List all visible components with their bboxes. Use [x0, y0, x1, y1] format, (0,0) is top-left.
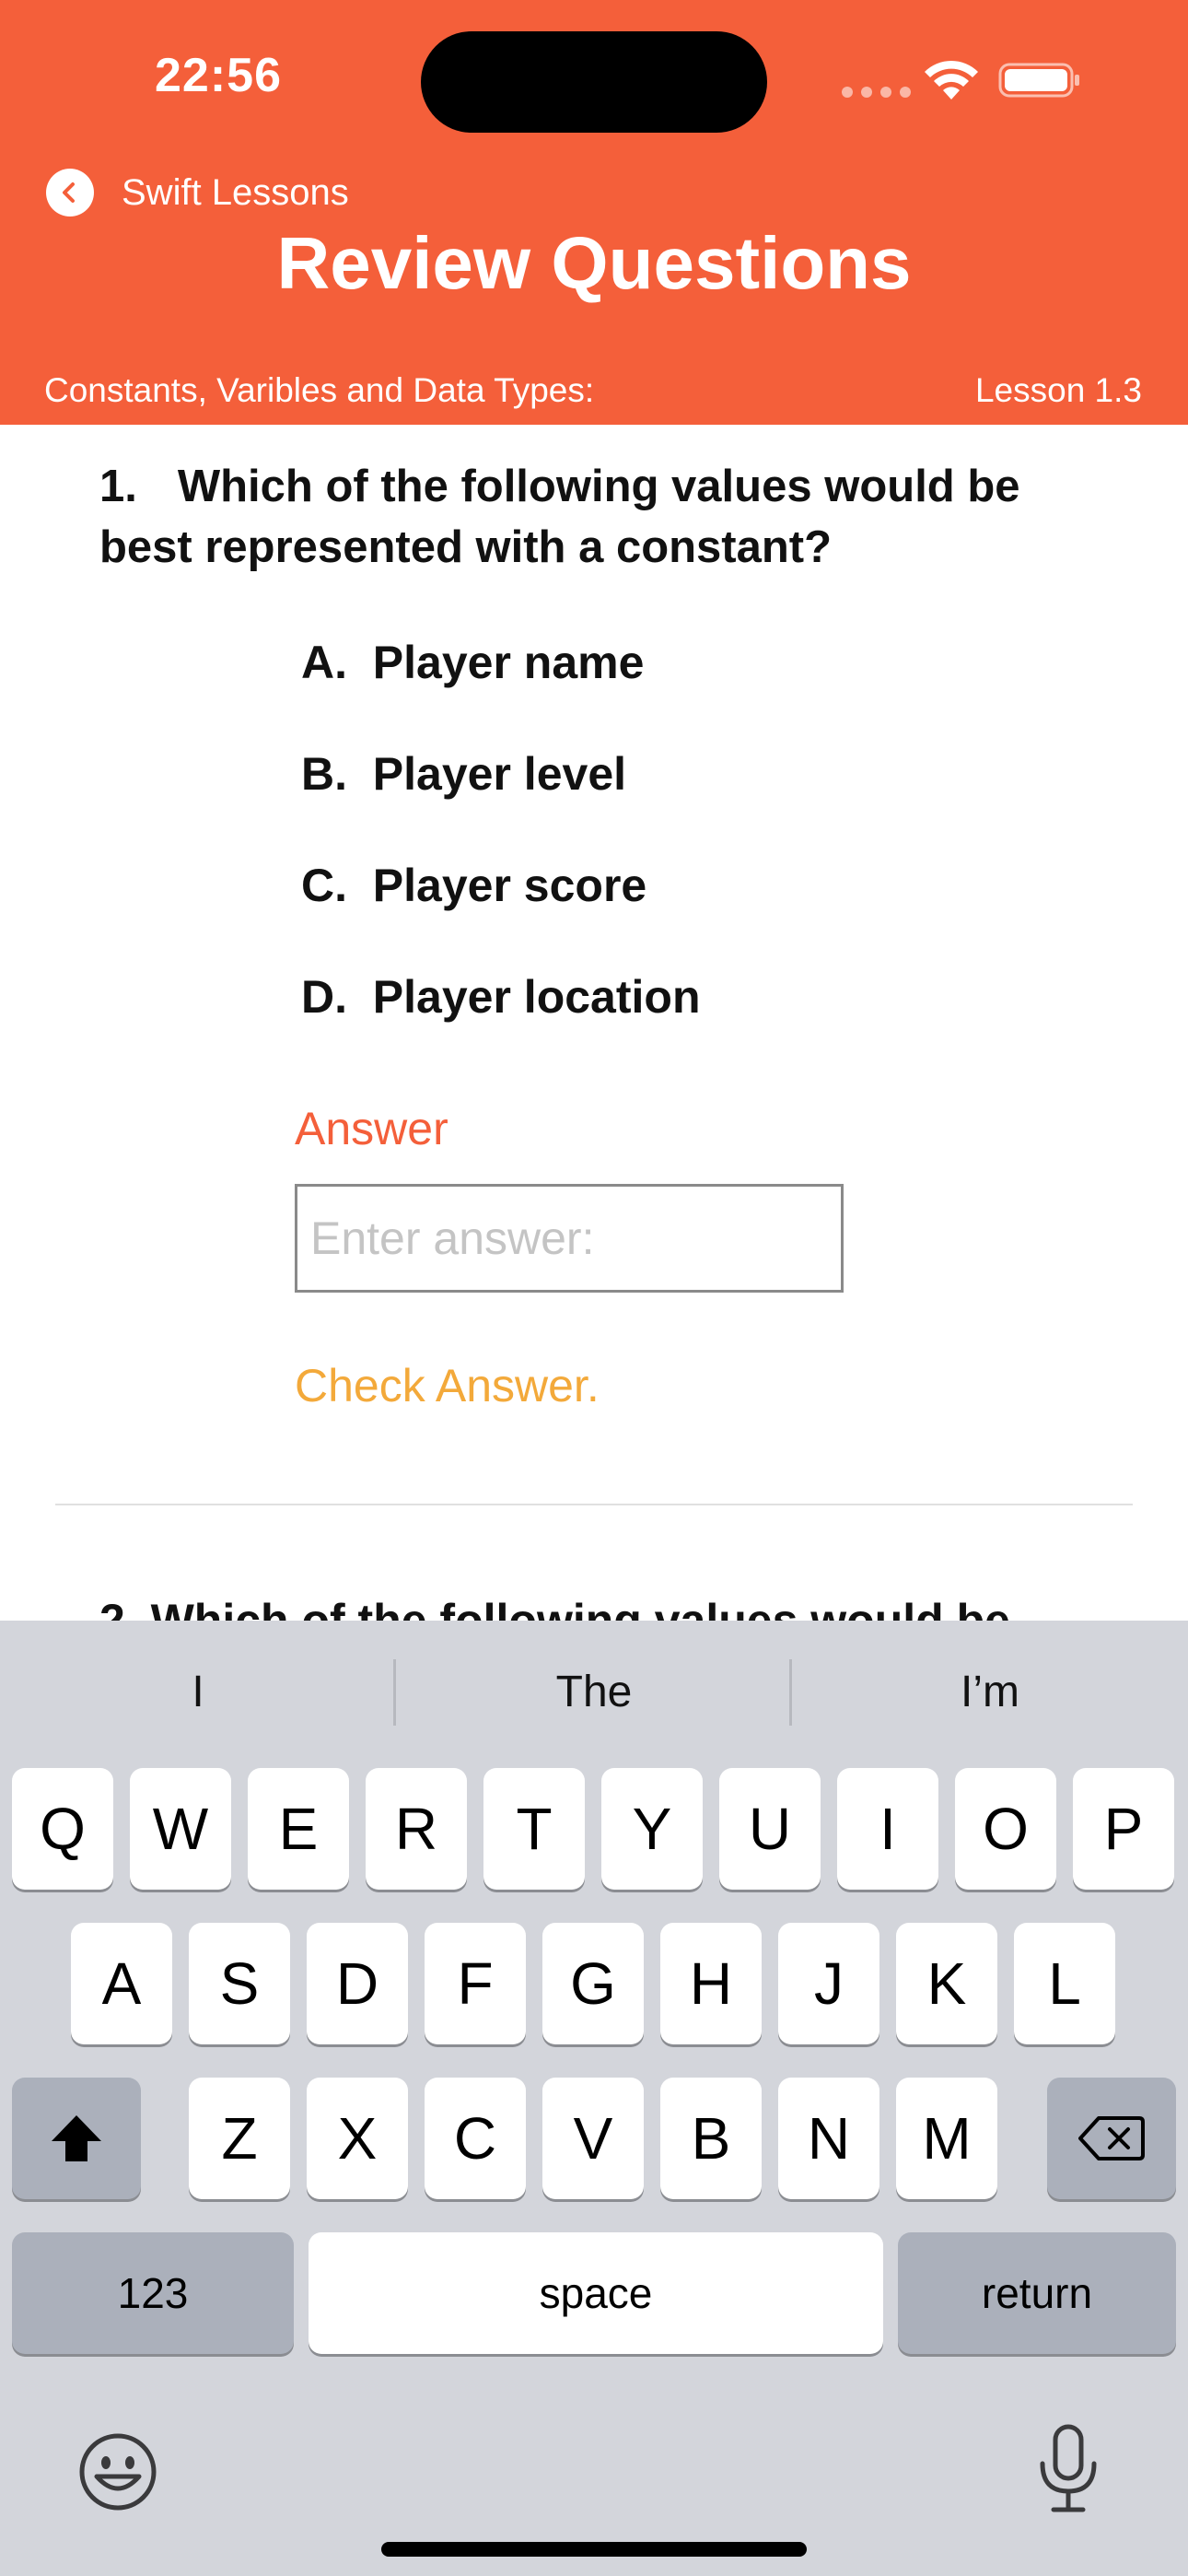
- status-time: 22:56: [155, 49, 282, 102]
- key-l[interactable]: L: [1014, 1923, 1115, 2044]
- option-letter: C.: [301, 860, 347, 911]
- space-key[interactable]: space: [309, 2232, 883, 2354]
- emoji-icon[interactable]: [76, 2430, 159, 2513]
- lesson-number: Lesson 1.3: [974, 371, 1142, 409]
- microphone-icon[interactable]: [1035, 2423, 1101, 2515]
- key-h[interactable]: H: [660, 1923, 762, 2044]
- key-o[interactable]: O: [955, 1768, 1056, 1890]
- option-a: A. Player name: [301, 636, 644, 689]
- key-y[interactable]: Y: [601, 1768, 703, 1890]
- key-a[interactable]: A: [71, 1923, 172, 2044]
- key-u[interactable]: U: [719, 1768, 821, 1890]
- option-b: B. Player level: [301, 747, 626, 801]
- key-e[interactable]: E: [248, 1768, 349, 1890]
- wifi-icon: [925, 60, 978, 100]
- home-indicator: [381, 2542, 807, 2557]
- key-j[interactable]: J: [778, 1923, 879, 2044]
- suggestion-bar: I The I’m: [0, 1621, 1188, 1759]
- key-s[interactable]: S: [189, 1923, 290, 2044]
- option-letter: D.: [301, 971, 347, 1023]
- key-c[interactable]: C: [425, 2078, 526, 2199]
- nav-header: 22:56 Swift Lessons Review Questions Con…: [0, 0, 1188, 425]
- key-k[interactable]: K: [896, 1923, 997, 2044]
- shift-key[interactable]: [12, 2078, 141, 2199]
- key-p[interactable]: P: [1073, 1768, 1174, 1890]
- battery-icon: [998, 63, 1079, 98]
- key-q[interactable]: Q: [12, 1768, 113, 1890]
- key-x[interactable]: X: [307, 2078, 408, 2199]
- question-number: 1.: [99, 462, 137, 511]
- key-n[interactable]: N: [778, 2078, 879, 2199]
- option-d: D. Player location: [301, 970, 701, 1024]
- suggestion-2[interactable]: The: [398, 1667, 790, 1717]
- check-answer-button[interactable]: Check Answer.: [295, 1359, 600, 1412]
- key-r[interactable]: R: [366, 1768, 467, 1890]
- keyboard: I The I’m Q W E R T Y U I O P A S D F G …: [0, 1621, 1188, 2576]
- key-b[interactable]: B: [660, 2078, 762, 2199]
- option-text: Player level: [372, 748, 627, 800]
- suggestion-divider: [789, 1659, 792, 1726]
- return-key[interactable]: return: [898, 2232, 1176, 2354]
- key-w[interactable]: W: [130, 1768, 231, 1890]
- option-text: Player location: [372, 971, 701, 1023]
- key-i[interactable]: I: [837, 1768, 938, 1890]
- suggestion-divider: [393, 1659, 396, 1726]
- answer-input[interactable]: [295, 1184, 844, 1293]
- back-button-label: Swift Lessons: [122, 171, 349, 213]
- lesson-topic: Constants, Varibles and Data Types:: [44, 371, 595, 409]
- question-body: Which of the following values would be b…: [99, 462, 1020, 572]
- option-c: C. Player score: [301, 859, 646, 912]
- option-letter: A.: [301, 637, 347, 688]
- backspace-icon: [1078, 2116, 1145, 2160]
- numbers-key[interactable]: 123: [12, 2232, 294, 2354]
- question-text: 1. Which of the following values would be…: [99, 456, 1094, 578]
- key-t[interactable]: T: [483, 1768, 585, 1890]
- option-text: Player score: [372, 860, 647, 911]
- key-d[interactable]: D: [307, 1923, 408, 2044]
- page-title: Review Questions: [276, 222, 912, 304]
- chevron-left-icon: [46, 169, 94, 217]
- suggestion-3[interactable]: I’m: [794, 1667, 1186, 1717]
- cellular-signal-icon: [842, 87, 911, 98]
- key-g[interactable]: G: [542, 1923, 644, 2044]
- back-button[interactable]: Swift Lessons: [46, 169, 349, 217]
- divider: [55, 1504, 1133, 1505]
- delete-key[interactable]: [1047, 2078, 1176, 2199]
- suggestion-1[interactable]: I: [2, 1667, 394, 1717]
- option-text: Player name: [372, 637, 645, 688]
- shift-arrow-icon: [52, 2115, 101, 2161]
- key-f[interactable]: F: [425, 1923, 526, 2044]
- key-m[interactable]: M: [896, 2078, 997, 2199]
- key-v[interactable]: V: [542, 2078, 644, 2199]
- answer-label: Answer: [295, 1103, 448, 1154]
- dynamic-island: [421, 31, 767, 133]
- key-z[interactable]: Z: [189, 2078, 290, 2199]
- option-letter: B.: [301, 748, 347, 800]
